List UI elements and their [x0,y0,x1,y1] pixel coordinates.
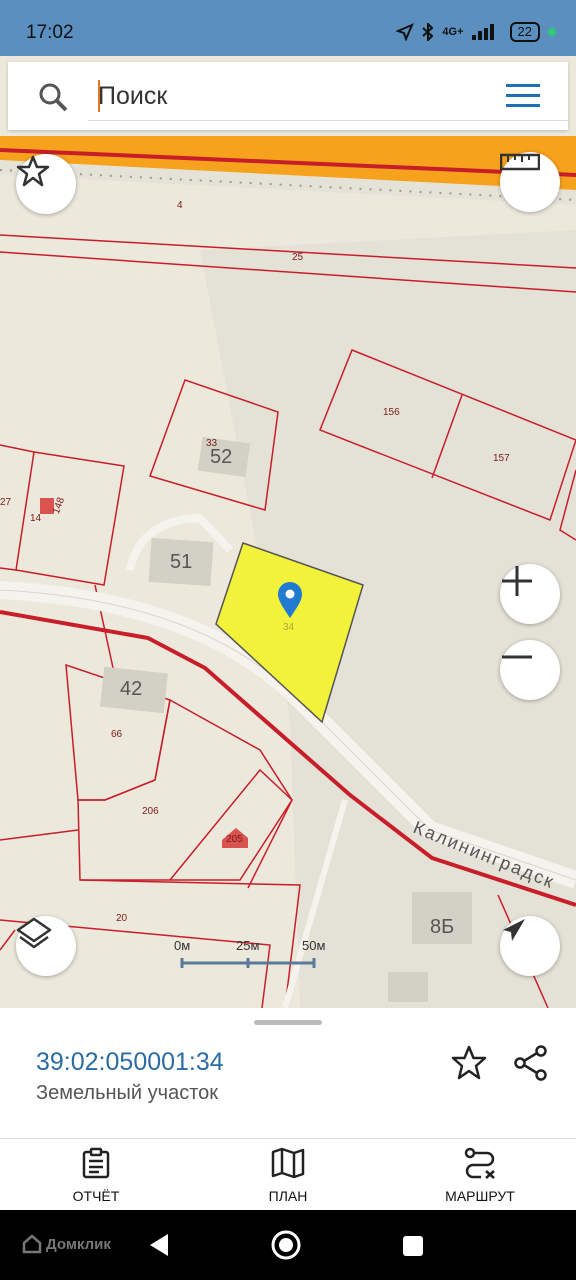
ruler-icon [500,153,540,171]
building-number: 8Б [430,916,454,938]
selected-parcel-label: 34 [283,622,295,633]
menu-icon[interactable] [506,84,540,108]
house-logo-icon [22,1234,42,1254]
search-input[interactable] [88,72,568,121]
home-icon[interactable] [270,1229,302,1261]
network-label: 4G+ [442,26,464,38]
route-button[interactable]: МАРШРУТ [400,1147,560,1204]
plus-icon [502,566,532,596]
search-icon[interactable] [38,82,68,112]
share-icon[interactable] [512,1044,550,1082]
route-label: МАРШРУТ [445,1188,515,1204]
layers-button[interactable] [16,916,76,976]
report-icon [82,1147,110,1179]
parcel-label: 4 [177,200,183,211]
route-icon [464,1147,495,1179]
map-canvas[interactable]: 4 25 156 157 33 27 14 148 34 66 206 205 … [0,136,576,1008]
building-number: 42 [120,678,142,700]
my-location-button[interactable] [500,916,560,976]
brand-name: Домклик [46,1235,111,1253]
status-icons: 4G+ 22 [396,22,556,42]
report-button[interactable]: ОТЧЁТ [16,1147,176,1204]
parcel-type: Земельный участок [36,1082,219,1104]
parcel-info-panel[interactable]: 39:02:050001:34 Земельный участок [0,1008,576,1138]
building-number: 51 [170,551,192,573]
recents-icon[interactable] [401,1234,425,1258]
parcel-label: 20 [116,913,128,924]
battery-indicator: 22 [509,22,540,42]
system-nav-bar: Домклик [0,1210,576,1280]
location-icon [396,23,415,41]
cadastral-number[interactable]: 39:02:050001:34 [36,1048,224,1077]
back-icon[interactable] [146,1232,172,1258]
star-icon [16,155,50,187]
parcel-label: 14 [30,513,42,524]
parcel-label: 25 [292,252,304,263]
favorite-map-button[interactable] [16,154,76,214]
minus-icon [502,655,532,659]
domclick-logo: Домклик [22,1234,111,1254]
scale-label: 25м [236,938,260,953]
bottom-nav: ОТЧЁТ ПЛАН МАРШРУТ [0,1138,576,1211]
plan-label: ПЛАН [268,1188,308,1204]
parcel-label: 27 [0,497,12,508]
scale-label: 50м [302,938,326,953]
status-bar: 17:02 4G+ 22 [0,0,576,56]
scale-line [180,958,316,968]
zoom-in-button[interactable] [500,564,560,624]
parcel-label: 156 [383,407,400,418]
ruler-button[interactable] [500,152,560,212]
parcel-label: 66 [111,729,123,740]
drag-handle[interactable] [254,1020,322,1025]
navigation-icon [503,919,525,941]
report-label: ОТЧЁТ [72,1188,120,1204]
signal-icon [471,24,494,40]
layers-icon [16,917,52,949]
bluetooth-icon [422,23,434,41]
map-icon [271,1147,305,1179]
text-caret [98,80,100,112]
parcel-label: 206 [142,806,159,817]
building-number: 52 [210,446,232,468]
scale-label: 0м [174,938,191,953]
parcel-label: 205 [226,834,243,845]
search-bar [8,62,568,130]
map-view[interactable]: 4 25 156 157 33 27 14 148 34 66 206 205 … [0,136,576,1008]
status-time: 17:02 [26,22,74,43]
zoom-out-button[interactable] [500,640,560,700]
plan-button[interactable]: ПЛАН [208,1147,368,1204]
parcel-label: 157 [493,453,510,464]
star-icon[interactable] [450,1044,488,1082]
status-dot [548,28,556,36]
